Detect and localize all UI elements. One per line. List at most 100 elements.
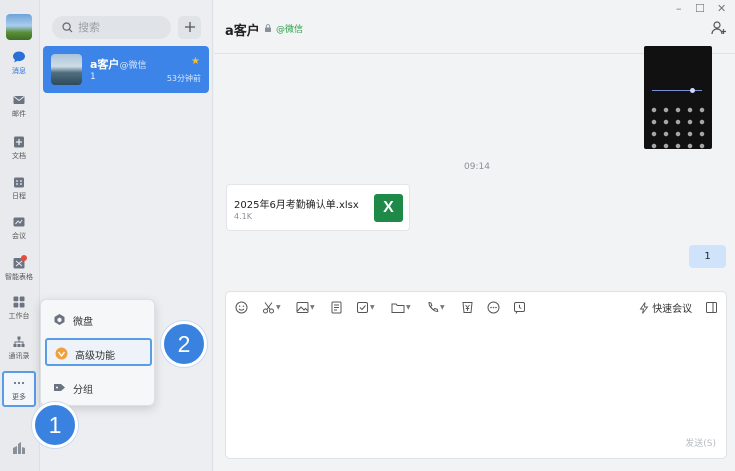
- tag-icon: [54, 384, 65, 391]
- minimize-button[interactable]: –: [676, 2, 682, 15]
- file-size: 4.1K: [234, 212, 252, 221]
- search-icon: [62, 22, 73, 33]
- message-timestamp: 09:14: [464, 162, 490, 172]
- image-icon: [296, 301, 309, 313]
- rail-item-meeting[interactable]: 会议: [2, 212, 36, 248]
- my-message-bubble[interactable]: 1: [689, 245, 726, 268]
- rail-item-label: 日程: [12, 192, 26, 200]
- chat-title: a客户: [225, 24, 260, 39]
- chevron-down-icon: ▼: [370, 303, 375, 311]
- sidebar-toggle-button[interactable]: [705, 300, 718, 314]
- star-icon[interactable]: ★: [191, 56, 200, 67]
- cloud-drive-icon: [54, 314, 65, 325]
- more-popup-menu: 微盘 高级功能 分组: [40, 299, 155, 406]
- phone-icon: [428, 301, 439, 312]
- menu-item-weipan[interactable]: 微盘: [45, 306, 152, 334]
- rail-item-label: 文档: [12, 152, 26, 160]
- rail-item-label: 更多: [12, 393, 26, 401]
- image-slider-knob: [690, 88, 695, 93]
- chevron-down-icon: ▼: [406, 303, 411, 311]
- message-input[interactable]: [234, 324, 718, 424]
- call-button[interactable]: ▼: [426, 300, 445, 314]
- conversation-title: a客户@微信: [90, 56, 146, 72]
- step-callout-2: 2: [161, 321, 207, 367]
- chat-source: @微信: [276, 25, 304, 35]
- step-callout-1: 1: [32, 402, 78, 448]
- rail-item-label: 通讯录: [8, 352, 30, 360]
- conversation-item-a-customer[interactable]: a客户@微信 ★ 1 53分钟前: [43, 46, 209, 93]
- user-avatar[interactable]: [6, 14, 32, 40]
- new-chat-button[interactable]: [178, 16, 201, 39]
- workbench-icon: [13, 296, 25, 308]
- yuan-icon: [462, 301, 473, 313]
- menu-item-group[interactable]: 分组: [45, 374, 152, 402]
- search-box[interactable]: [52, 16, 171, 39]
- more-dots-icon: [13, 381, 25, 385]
- maximize-button[interactable]: ☐: [695, 2, 705, 15]
- conversation-source: @微信: [119, 61, 147, 71]
- screenshot-button[interactable]: ▼: [262, 300, 281, 314]
- image-message[interactable]: [644, 46, 712, 149]
- image-grid: [648, 104, 708, 149]
- folder-icon: [391, 303, 405, 313]
- image-button[interactable]: ▼: [296, 300, 315, 314]
- rail-item-messages[interactable]: 消息: [2, 47, 36, 83]
- quick-meeting-label: 快速会议: [652, 304, 693, 315]
- clock-message-icon: [514, 301, 525, 314]
- chevron-down-icon: ▼: [310, 303, 315, 311]
- document-icon: [14, 136, 24, 148]
- todo-button[interactable]: ▼: [356, 300, 375, 314]
- file-message[interactable]: 2025年6月考勤确认单.xlsx 4.1K X: [226, 184, 410, 231]
- left-rail: 消息 邮件 文档 日程 会议 智能表格 工作台 通讯录 更多: [0, 0, 40, 471]
- rail-item-calendar[interactable]: 日程: [2, 172, 36, 208]
- conversation-time: 53分钟前: [166, 74, 201, 83]
- rail-item-label: 会议: [12, 232, 26, 240]
- menu-item-label: 微盘: [73, 317, 93, 328]
- document-icon: [331, 301, 342, 313]
- rail-item-label: 工作台: [8, 312, 30, 320]
- contacts-icon: [13, 336, 25, 347]
- menu-item-advanced-features[interactable]: 高级功能: [45, 338, 152, 366]
- folder-button[interactable]: ▼: [391, 300, 411, 314]
- emoji-button[interactable]: [235, 300, 248, 314]
- red-packet-button[interactable]: [461, 300, 474, 314]
- plus-icon: [184, 22, 195, 32]
- chat-bubble-icon: [13, 51, 25, 63]
- rail-item-label: 智能表格: [5, 273, 33, 281]
- add-member-icon[interactable]: [711, 20, 727, 36]
- rail-item-label: 邮件: [12, 110, 26, 118]
- conversation-avatar: [51, 54, 82, 85]
- chat-panel: a客户 @微信 – ☐ ✕ 09:14 2025年6月考勤确认单.xlsx 4.…: [214, 0, 735, 471]
- close-button[interactable]: ✕: [717, 2, 726, 15]
- rail-item-contacts[interactable]: 通讯录: [2, 332, 36, 368]
- document-button[interactable]: [330, 300, 343, 314]
- conversation-name: a客户: [90, 58, 120, 71]
- notification-dot: [21, 255, 27, 261]
- send-button[interactable]: 发送(S): [685, 436, 716, 449]
- app-logo-icon[interactable]: [12, 441, 26, 455]
- chevron-down-icon: ▼: [440, 303, 445, 311]
- schedule-button[interactable]: [513, 300, 526, 314]
- advanced-features-icon: [55, 347, 68, 360]
- panel-icon: [706, 301, 717, 313]
- excel-file-icon: X: [374, 194, 403, 222]
- mail-icon: [13, 96, 25, 104]
- file-name: 2025年6月考勤确认单.xlsx: [234, 200, 359, 211]
- emoji-icon: [235, 301, 248, 313]
- quick-meeting-button[interactable]: 快速会议: [639, 300, 692, 315]
- more-tools-button[interactable]: [487, 300, 500, 314]
- lock-icon: [265, 24, 271, 32]
- rail-item-more[interactable]: 更多: [2, 371, 36, 407]
- conversation-last-message: 1: [90, 72, 96, 82]
- search-input[interactable]: [78, 19, 164, 36]
- chevron-down-icon: ▼: [276, 303, 281, 311]
- scissors-icon: [263, 301, 274, 313]
- message-composer: ▼ ▼ ▼ ▼ ▼ 快速会议 发送(S): [225, 291, 727, 459]
- rail-item-smart-table[interactable]: 智能表格: [2, 253, 36, 289]
- calendar-icon: [14, 177, 24, 188]
- rail-item-docs[interactable]: 文档: [2, 132, 36, 168]
- menu-item-label: 高级功能: [75, 351, 115, 362]
- rail-item-mail[interactable]: 邮件: [2, 90, 36, 126]
- rail-item-workbench[interactable]: 工作台: [2, 292, 36, 328]
- checkbox-icon: [357, 301, 368, 313]
